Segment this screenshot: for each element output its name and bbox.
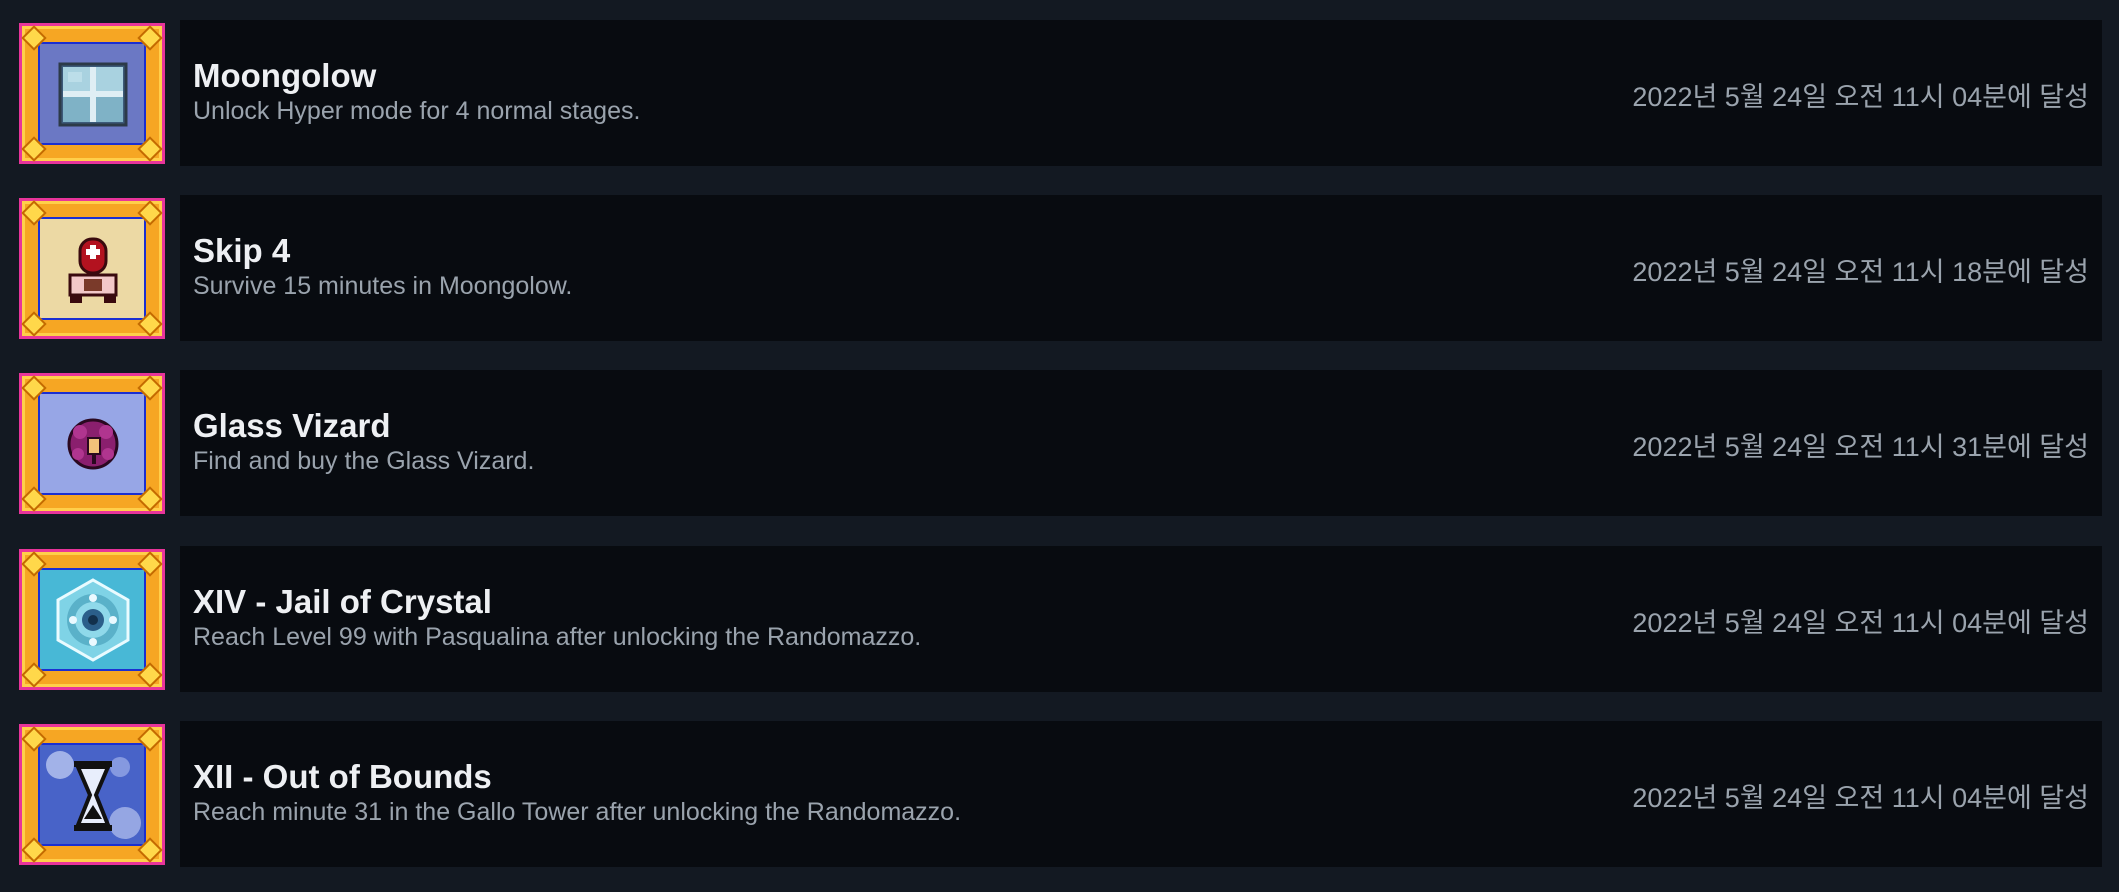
achievement-card: Moongolow Unlock Hyper mode for 4 normal… — [180, 20, 2102, 166]
achievement-row: Glass Vizard Find and buy the Glass Viza… — [0, 370, 2119, 516]
achievement-icon-frame — [19, 373, 165, 514]
achievement-description: Survive 15 minutes in Moongolow. — [193, 272, 573, 300]
achievement-unlock-date: 2022년 5월 24일 오전 11시 04분에 달성 — [1632, 783, 2089, 813]
achievement-list: Moongolow Unlock Hyper mode for 4 normal… — [0, 0, 2119, 892]
achievement-row: XII - Out of Bounds Reach minute 31 in t… — [0, 721, 2119, 867]
achievement-row: Moongolow Unlock Hyper mode for 4 normal… — [0, 20, 2119, 166]
achievement-row: XIV - Jail of Crystal Reach Level 99 wit… — [0, 546, 2119, 692]
achievement-title: Glass Vizard — [193, 407, 391, 444]
achievement-card: Glass Vizard Find and buy the Glass Viza… — [180, 370, 2102, 516]
achievement-card: XII - Out of Bounds Reach minute 31 in t… — [180, 721, 2102, 867]
skip4-figure-icon — [38, 217, 146, 320]
moongolow-window-icon — [38, 42, 146, 145]
achievement-unlock-date: 2022년 5월 24일 오전 11시 18분에 달성 — [1632, 257, 2089, 287]
achievement-title: Skip 4 — [193, 232, 291, 269]
achievement-description: Unlock Hyper mode for 4 normal stages. — [193, 97, 641, 125]
achievement-description: Reach Level 99 with Pasqualina after unl… — [193, 623, 922, 651]
achievement-row: Skip 4 Survive 15 minutes in Moongolow. … — [0, 195, 2119, 341]
achievement-title: XIV - Jail of Crystal — [193, 583, 492, 620]
achievement-description: Find and buy the Glass Vizard. — [193, 447, 535, 475]
glass-vizard-icon — [38, 392, 146, 495]
hourglass-icon — [38, 743, 146, 846]
achievement-description: Reach minute 31 in the Gallo Tower after… — [193, 798, 962, 826]
achievement-unlock-date: 2022년 5월 24일 오전 11시 04분에 달성 — [1632, 82, 2089, 112]
achievement-icon-frame — [19, 198, 165, 339]
achievement-icon-frame — [19, 23, 165, 164]
achievement-icon-frame — [19, 549, 165, 690]
achievement-card: Skip 4 Survive 15 minutes in Moongolow. … — [180, 195, 2102, 341]
achievement-card: XIV - Jail of Crystal Reach Level 99 wit… — [180, 546, 2102, 692]
achievement-icon-frame — [19, 724, 165, 865]
achievement-unlock-date: 2022년 5월 24일 오전 11시 31분에 달성 — [1632, 432, 2089, 462]
achievement-title: XII - Out of Bounds — [193, 758, 492, 795]
achievement-unlock-date: 2022년 5월 24일 오전 11시 04분에 달성 — [1632, 608, 2089, 638]
crystal-icon — [38, 568, 146, 671]
achievement-title: Moongolow — [193, 57, 377, 94]
